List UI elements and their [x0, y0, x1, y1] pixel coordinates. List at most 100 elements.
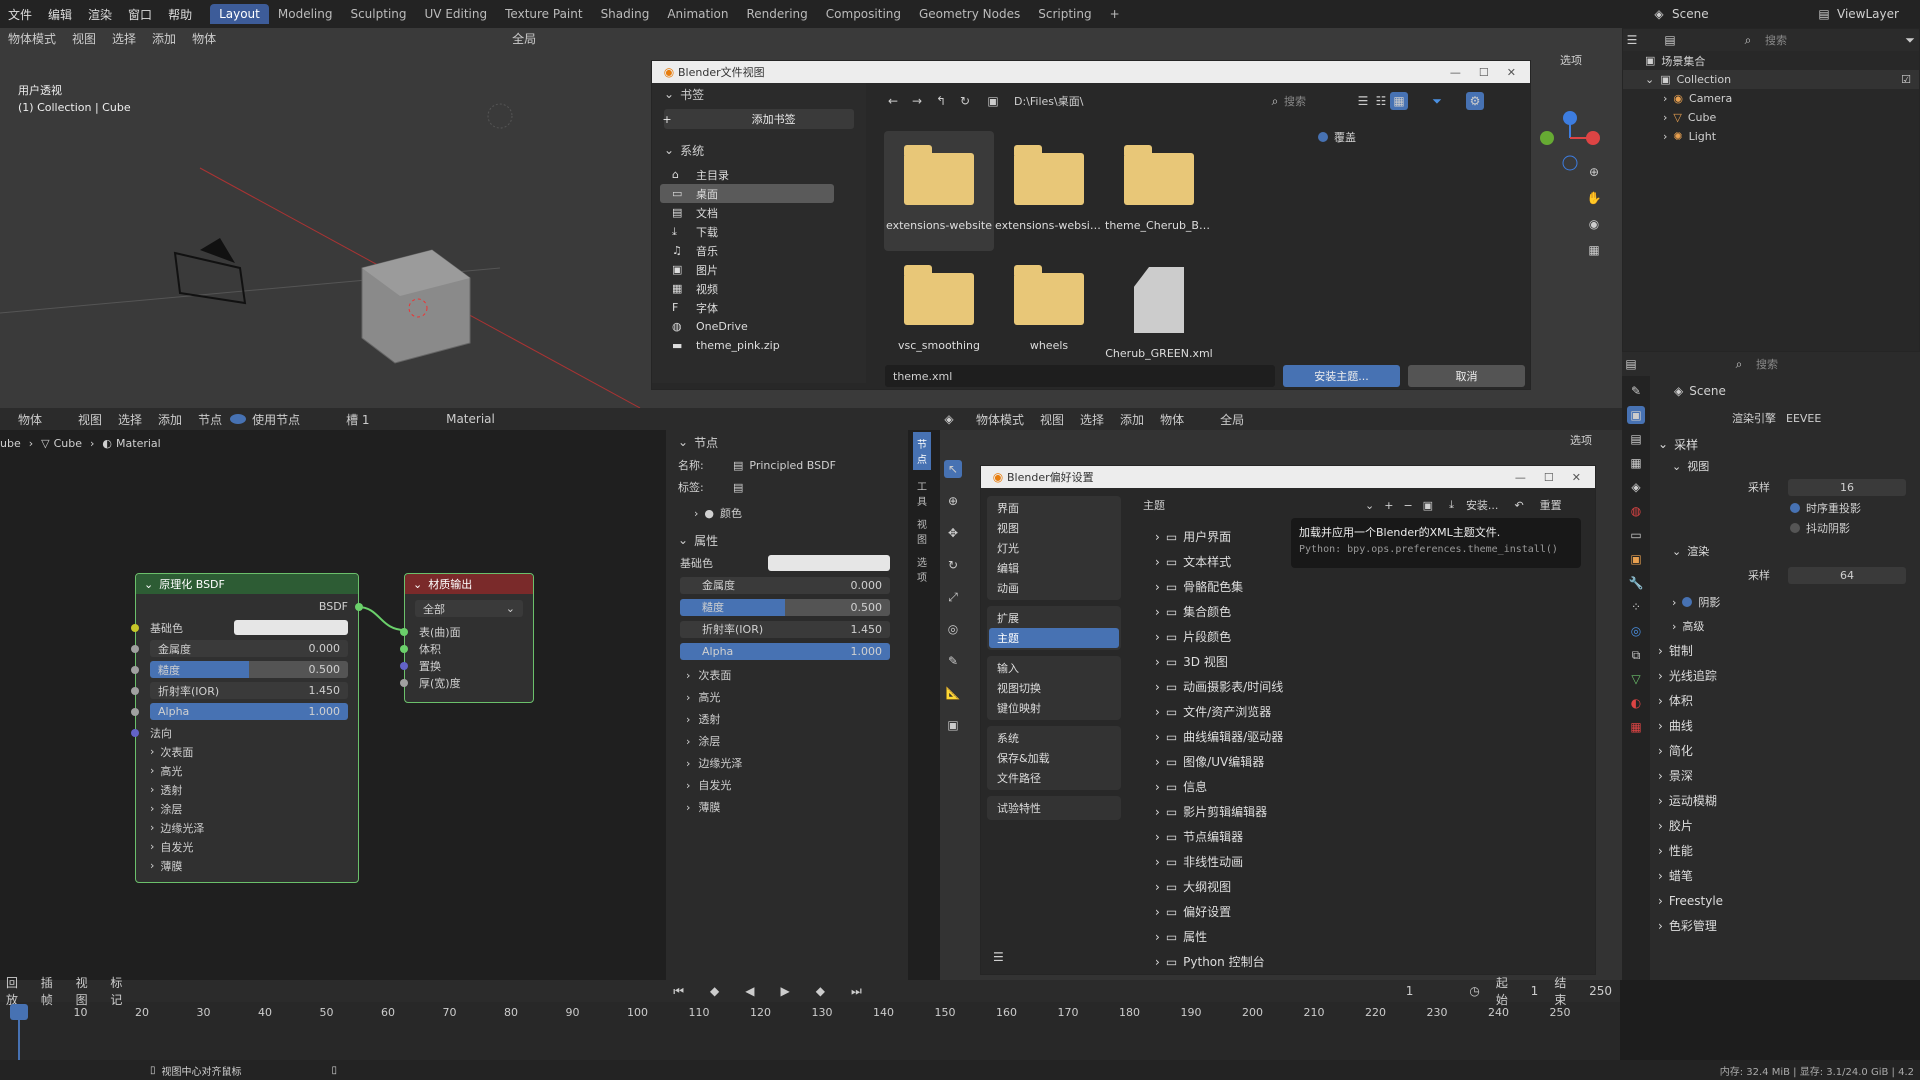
- hand-icon[interactable]: ✋: [1585, 189, 1603, 207]
- object-icon[interactable]: ▣: [1627, 550, 1645, 568]
- play-reverse-icon[interactable]: ◀: [737, 984, 762, 998]
- node-section-header[interactable]: ⌄ 节点: [666, 430, 908, 454]
- sidebar-subpanel[interactable]: › 薄膜: [666, 796, 908, 818]
- prefs-nav-item[interactable]: 保存&加载: [989, 748, 1119, 768]
- properties-section[interactable]: › 胶片: [1654, 813, 1916, 838]
- measure-tool-icon[interactable]: 📐: [944, 684, 962, 702]
- jump-end-icon[interactable]: ⏭: [843, 984, 870, 999]
- properties-section[interactable]: › 色彩管理: [1654, 913, 1916, 938]
- sidebar-alpha-field[interactable]: Alpha 1.000: [680, 642, 890, 660]
- reset-button[interactable]: 重置: [1540, 497, 1562, 513]
- start-field[interactable]: 1: [1523, 984, 1547, 998]
- detail-view-icon[interactable]: ☷: [1372, 92, 1390, 110]
- sidebar-subpanel[interactable]: › 高光: [666, 686, 908, 708]
- shader-editor[interactable]: 物体 视图 选择 添加 节点 使用节点 槽 1 Material ube › ▽ …: [0, 408, 940, 980]
- theme-section[interactable]: › ▭ 集合颜色: [1143, 599, 1573, 624]
- prefs-nav-item[interactable]: 主题: [989, 628, 1119, 648]
- sidebar-subpanel[interactable]: › 次表面: [666, 664, 908, 686]
- input-socket[interactable]: [400, 627, 408, 636]
- particles-icon[interactable]: ⁘: [1627, 598, 1645, 616]
- new-folder-icon[interactable]: ▣: [984, 92, 1002, 110]
- file-item[interactable]: vsc_smoothing: [884, 251, 994, 361]
- cancel-button[interactable]: 取消: [1408, 365, 1525, 387]
- advanced-subpanel-header[interactable]: › 高级: [1654, 614, 1916, 638]
- viewport2-options[interactable]: 选项: [1570, 432, 1592, 448]
- checkbox-icon[interactable]: ☑: [1901, 73, 1911, 86]
- hamburger-icon[interactable]: ☰: [993, 950, 1004, 964]
- checkbox-icon[interactable]: [1790, 523, 1800, 533]
- workspace-tab[interactable]: Rendering: [738, 4, 817, 24]
- workspace-tab[interactable]: Modeling: [269, 4, 342, 24]
- sidebar-subpanel[interactable]: › 自发光: [666, 774, 908, 796]
- ior-field[interactable]: 折射率(IOR) 1.450: [150, 682, 348, 699]
- next-keyframe-icon[interactable]: ◆: [808, 984, 833, 998]
- system-item[interactable]: ▭ 桌面: [660, 184, 834, 203]
- collection-icon[interactable]: ▭: [1627, 526, 1645, 544]
- theme-section[interactable]: › ▭ 属性: [1143, 924, 1573, 949]
- viewport2-menu-add[interactable]: 添加: [1112, 411, 1152, 428]
- download-icon[interactable]: ⤓: [1449, 498, 1454, 512]
- theme-section[interactable]: › ▭ 节点编辑器: [1143, 824, 1573, 849]
- input-socket[interactable]: [131, 686, 139, 695]
- outliner-item-cube[interactable]: › ▽ Cube: [1623, 108, 1919, 127]
- roughness-field[interactable]: 糙度 0.500: [150, 661, 348, 678]
- prefs-nav-item[interactable]: 键位映射: [989, 698, 1119, 718]
- theme-section[interactable]: › ▭ 信息: [1143, 774, 1573, 799]
- bsdf-subpanel[interactable]: › 透射: [136, 781, 358, 798]
- outliner-item-camera[interactable]: › ◉ Camera: [1623, 89, 1919, 108]
- properties-section[interactable]: › 体积: [1654, 688, 1916, 713]
- properties-section[interactable]: › 蜡笔: [1654, 863, 1916, 888]
- workspace-tab[interactable]: Compositing: [817, 4, 910, 24]
- viewport2-menu-select[interactable]: 选择: [1072, 411, 1112, 428]
- render-subpanel-header[interactable]: ⌄ 渲染: [1654, 538, 1916, 564]
- input-socket[interactable]: [131, 665, 139, 674]
- filename-input[interactable]: theme.xml: [885, 365, 1275, 387]
- theme-section[interactable]: › ▭ 文件/资产浏览器: [1143, 699, 1573, 724]
- refresh-icon[interactable]: ↻: [956, 92, 974, 110]
- theme-section[interactable]: › ▭ 片段颜色: [1143, 624, 1573, 649]
- viewport-samples-field[interactable]: 16: [1788, 478, 1906, 496]
- properties-section[interactable]: › 钳制: [1654, 638, 1916, 663]
- system-item[interactable]: ⤓ 下载: [660, 222, 834, 241]
- theme-section[interactable]: › ▭ 图像/UV编辑器: [1143, 749, 1573, 774]
- system-item[interactable]: ♫ 音乐: [660, 241, 834, 260]
- list-view-icon[interactable]: ☰: [1354, 92, 1372, 110]
- menu-item[interactable]: 窗口: [120, 6, 160, 23]
- path-field[interactable]: D:\Files\桌面\: [1014, 93, 1254, 109]
- prev-keyframe-icon[interactable]: ◆: [702, 984, 727, 998]
- cursor-tool-icon[interactable]: ⊕: [944, 492, 962, 510]
- tab-tool[interactable]: 工具: [913, 478, 931, 508]
- bsdf-node-header[interactable]: ⌄ 原理化 BSDF: [136, 574, 358, 594]
- output-icon[interactable]: ▤: [1627, 430, 1645, 448]
- system-item[interactable]: ⌂ 主目录: [660, 165, 834, 184]
- prefs-nav-item[interactable]: 视图: [989, 518, 1119, 538]
- file-item[interactable]: extensions-website: [884, 131, 994, 251]
- parent-dir-icon[interactable]: ↰: [932, 92, 950, 110]
- workspace-tab[interactable]: Layout: [210, 4, 269, 24]
- file-item[interactable]: extensions-websit···: [994, 131, 1104, 251]
- save-icon[interactable]: ▣: [1423, 499, 1433, 512]
- view-layer-icon[interactable]: ▦: [1627, 454, 1645, 472]
- viewport2-mode[interactable]: 物体模式: [968, 411, 1032, 428]
- select-tool-icon[interactable]: ↖: [944, 460, 962, 478]
- temporal-reprojection-row[interactable]: 时序重投影: [1654, 498, 1916, 518]
- node-icon[interactable]: ▤: [733, 481, 743, 494]
- sidebar-subpanel[interactable]: › 涂层: [666, 730, 908, 752]
- bookmarks-header[interactable]: ⌄ 书签: [652, 83, 866, 105]
- principled-bsdf-node[interactable]: ⌄ 原理化 BSDF BSDF 基础色 金属度 0.000 糙度 0.500 折射率(…: [131, 573, 363, 883]
- base-color-swatch[interactable]: [234, 620, 348, 635]
- workspace-tab[interactable]: UV Editing: [416, 4, 497, 24]
- filter-icon[interactable]: ⏷: [1428, 92, 1446, 110]
- viewport-subpanel-header[interactable]: ⌄ 视图: [1654, 456, 1916, 476]
- grid-icon[interactable]: ▦: [1585, 241, 1603, 259]
- add-cube-tool-icon[interactable]: ▣: [944, 716, 962, 734]
- checkbox-icon[interactable]: [1682, 597, 1693, 607]
- back-icon[interactable]: ←: [884, 92, 902, 110]
- scene-collection-row[interactable]: ▣ 场景集合: [1623, 51, 1919, 70]
- render-samples-field[interactable]: 64: [1788, 566, 1906, 584]
- file-search-input[interactable]: 搜索: [1284, 93, 1354, 109]
- checkbox-icon[interactable]: [1790, 503, 1800, 513]
- bsdf-subpanel[interactable]: › 自发光: [136, 838, 358, 855]
- input-socket[interactable]: [131, 707, 139, 716]
- file-item[interactable]: theme_Cherub_BLUE: [1104, 131, 1214, 251]
